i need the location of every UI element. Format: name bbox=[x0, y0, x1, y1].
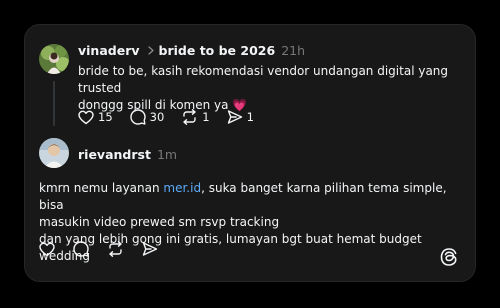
post2-time: 1m bbox=[156, 147, 178, 162]
heart-icon bbox=[78, 110, 94, 125]
post1-repost-count: 1 bbox=[202, 110, 210, 124]
comment-icon bbox=[73, 241, 89, 257]
post1-reply-button[interactable]: 30 bbox=[129, 109, 165, 125]
post1-share-count: 1 bbox=[246, 110, 254, 124]
thread-card: vinaderv bride to be 2026 21h bride to b… bbox=[24, 24, 476, 282]
share-icon bbox=[227, 109, 243, 125]
post1-time: 21h bbox=[281, 43, 306, 58]
share-icon bbox=[142, 241, 158, 257]
post2-share-button[interactable] bbox=[142, 241, 158, 257]
post2-text-line1: kmrn nemu layanan mer.id, suka banget ka… bbox=[39, 180, 464, 214]
post2-actions bbox=[39, 241, 176, 257]
post2-reply-button[interactable] bbox=[73, 241, 89, 257]
threads-logo-icon[interactable] bbox=[439, 247, 459, 267]
post1-avatar[interactable] bbox=[39, 44, 69, 74]
post1-like-button[interactable]: 15 bbox=[78, 110, 113, 125]
post1-reply-count: 30 bbox=[149, 110, 165, 124]
post1-username[interactable]: vinaderv bbox=[78, 43, 140, 58]
comment-icon bbox=[129, 109, 146, 125]
post2-username[interactable]: rievandrst bbox=[78, 147, 151, 162]
post1-header: vinaderv bride to be 2026 21h bbox=[78, 43, 305, 58]
post1-repost-button[interactable]: 1 bbox=[181, 109, 210, 125]
chevron-right-icon bbox=[147, 46, 154, 55]
post1-actions: 15 30 1 1 bbox=[78, 109, 271, 125]
post1-share-button[interactable]: 1 bbox=[227, 109, 254, 125]
thread-connector-line bbox=[53, 81, 55, 126]
post2-header: rievandrst 1m bbox=[78, 147, 177, 162]
post1-like-count: 15 bbox=[98, 110, 113, 124]
post2-text-prefix: kmrn nemu layanan bbox=[39, 181, 164, 195]
post1-community[interactable]: bride to be 2026 bbox=[159, 43, 276, 58]
post2-link[interactable]: mer.id bbox=[163, 181, 201, 195]
post2-text-line2: masukin video prewed sm rsvp tracking bbox=[39, 215, 280, 229]
repost-icon bbox=[107, 241, 124, 257]
post2-repost-button[interactable] bbox=[107, 241, 124, 257]
post2-like-button[interactable] bbox=[39, 242, 55, 257]
post2-avatar[interactable] bbox=[39, 138, 69, 168]
repost-icon bbox=[181, 109, 198, 125]
post1-text: bride to be, kasih rekomendasi vendor un… bbox=[78, 63, 458, 114]
post1-text-line1: bride to be, kasih rekomendasi vendor un… bbox=[78, 64, 449, 95]
heart-icon bbox=[39, 242, 55, 257]
